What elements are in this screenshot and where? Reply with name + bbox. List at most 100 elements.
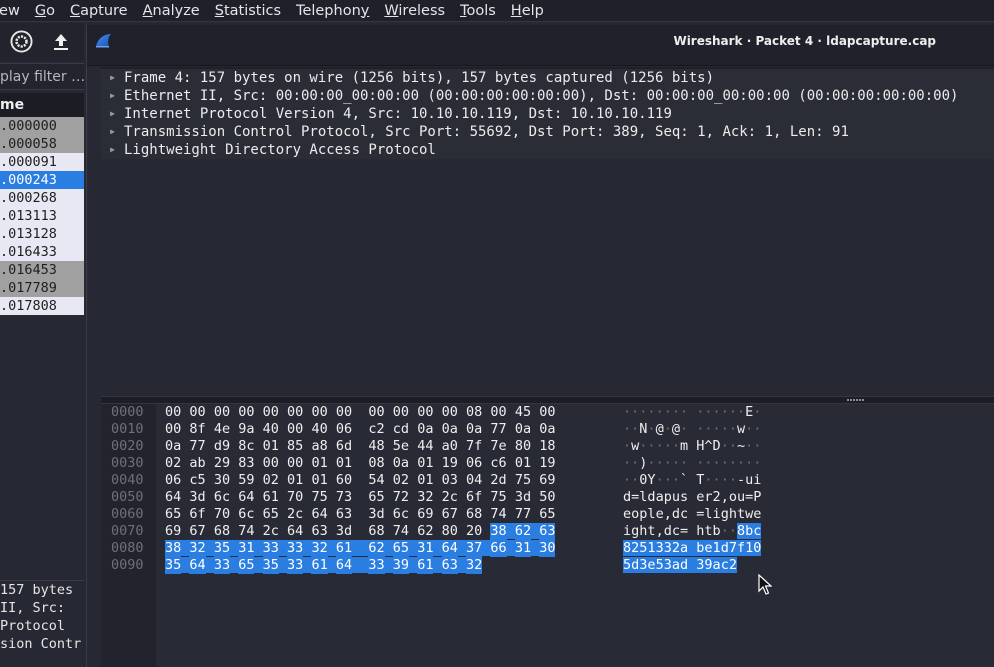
packet-row[interactable]: .013128 — [0, 225, 84, 243]
ascii-char[interactable]: · — [680, 404, 688, 420]
hex-byte[interactable]: 01 — [263, 438, 279, 455]
ascii-char[interactable]: D — [713, 438, 721, 454]
hex-byte[interactable]: 63 — [311, 523, 327, 540]
hex-byte[interactable]: 01 — [311, 455, 327, 472]
hex-byte[interactable]: 33 — [287, 557, 304, 574]
hex-byte[interactable]: 33 — [368, 557, 385, 574]
hex-byte[interactable]: 32 — [189, 540, 206, 557]
hex-byte[interactable]: 31 — [238, 540, 255, 557]
hex-byte[interactable]: d9 — [214, 438, 230, 455]
gear-icon[interactable] — [10, 30, 33, 53]
hex-byte[interactable]: 3d — [515, 489, 531, 506]
hex-byte[interactable]: 65 — [539, 506, 555, 523]
menu-capture[interactable]: Capture — [70, 3, 128, 19]
hex-byte[interactable]: 01 — [515, 455, 531, 472]
ascii-char[interactable]: d — [647, 489, 655, 505]
hex-byte[interactable]: 00 — [214, 404, 230, 421]
menu-view[interactable]: iew — [0, 3, 20, 19]
tree-item[interactable]: ▶ Ethernet II, Src: 00:00:00_00:00:00 (00… — [101, 87, 994, 105]
ascii-char[interactable]: · — [623, 421, 631, 437]
menu-statistics[interactable]: Statistics — [215, 3, 281, 19]
hex-byte[interactable]: 50 — [539, 489, 555, 506]
hex-byte[interactable]: 01 — [287, 472, 303, 489]
ascii-char[interactable]: · — [721, 421, 729, 437]
hex-byte[interactable]: 85 — [287, 438, 303, 455]
ascii-char[interactable]: · — [729, 404, 737, 420]
hex-byte[interactable]: 38 — [165, 540, 182, 557]
ascii-char[interactable]: , — [721, 489, 729, 505]
hex-byte[interactable]: 0a — [515, 421, 531, 438]
ascii-char[interactable]: · — [704, 455, 712, 471]
hex-byte[interactable]: 69 — [539, 472, 555, 489]
hex-byte[interactable]: 65 — [238, 557, 255, 574]
hex-byte[interactable]: 80 — [515, 438, 531, 455]
tree-item[interactable]: ▶ Transmission Control Protocol, Src Port… — [101, 123, 994, 141]
ascii-char[interactable]: · — [721, 438, 729, 454]
hex-byte[interactable]: 01 — [336, 455, 352, 472]
ascii-char[interactable]: · — [680, 455, 688, 471]
hex-byte[interactable]: 31 — [417, 540, 434, 557]
hex-byte[interactable]: 00 — [165, 421, 181, 438]
hex-byte[interactable]: 62 — [368, 540, 385, 557]
ascii-char[interactable]: m — [680, 438, 688, 454]
ascii-char[interactable]: · — [680, 421, 688, 437]
hex-byte[interactable]: 65 — [263, 506, 279, 523]
hex-byte[interactable]: 67 — [442, 506, 458, 523]
hex-byte[interactable]: 8c — [238, 438, 254, 455]
ascii-char[interactable]: · — [656, 472, 664, 488]
hex-byte[interactable]: 0a — [165, 438, 181, 455]
ascii-char[interactable]: a — [671, 557, 680, 573]
ascii-char[interactable]: · — [672, 438, 680, 454]
hex-byte[interactable]: 64 — [311, 506, 327, 523]
splitter-grip[interactable] — [847, 399, 865, 401]
hex-byte[interactable]: 73 — [336, 489, 352, 506]
hex-byte[interactable]: 64 — [189, 557, 206, 574]
upload-icon[interactable] — [53, 33, 69, 51]
hex-byte[interactable]: 3d — [189, 489, 205, 506]
hex-byte[interactable]: 2c — [287, 506, 303, 523]
hex-byte[interactable]: 64 — [441, 540, 458, 557]
menu-go[interactable]: Go — [35, 3, 55, 19]
hex-byte[interactable]: c5 — [189, 472, 205, 489]
ascii-char[interactable]: 1 — [712, 540, 721, 556]
ascii-char[interactable]: · — [713, 455, 721, 471]
ascii-char[interactable]: · — [623, 404, 631, 420]
ascii-char[interactable]: i — [753, 472, 761, 488]
ascii-char[interactable]: · — [729, 438, 737, 454]
ascii-char[interactable]: t — [647, 523, 655, 539]
hex-byte[interactable]: 20 — [466, 523, 482, 540]
hex-byte[interactable]: 00 — [263, 404, 279, 421]
ascii-char[interactable]: · — [664, 438, 672, 454]
hex-byte[interactable]: 32 — [417, 489, 433, 506]
ascii-char[interactable]: d — [720, 540, 729, 556]
hex-byte[interactable]: 77 — [490, 421, 506, 438]
ascii-char[interactable]: d — [679, 557, 689, 573]
hex-byte[interactable]: 33 — [287, 540, 304, 557]
hex-byte[interactable]: 44 — [417, 438, 433, 455]
hex-byte[interactable]: 00 — [165, 404, 181, 421]
ascii-char[interactable]: · — [647, 421, 655, 437]
ascii-char[interactable]: · — [656, 438, 664, 454]
ascii-char[interactable]: · — [721, 404, 729, 420]
hex-byte[interactable]: 6c — [393, 506, 409, 523]
tree-item[interactable]: ▶ Internet Protocol Version 4, Src: 10.10… — [101, 105, 994, 123]
ascii-char[interactable]: u — [737, 489, 745, 505]
hex-byte[interactable]: 45 — [515, 404, 531, 421]
hex-byte[interactable]: 37 — [466, 540, 483, 557]
tree-item[interactable]: ▶ Lightweight Directory Access Protocol — [101, 141, 994, 159]
ascii-char[interactable]: h — [729, 506, 737, 522]
ascii-char[interactable]: a — [679, 540, 689, 556]
hex-byte[interactable]: 63 — [539, 523, 556, 540]
hex-byte[interactable]: 59 — [238, 472, 254, 489]
ascii-char[interactable]: 2 — [728, 557, 737, 573]
hex-byte[interactable]: 00 — [263, 455, 279, 472]
menu-tools[interactable]: Tools — [460, 3, 496, 19]
hex-byte[interactable]: 48 — [368, 438, 384, 455]
hex-byte[interactable]: 04 — [466, 472, 482, 489]
ascii-char[interactable]: @ — [656, 421, 664, 437]
hex-byte[interactable]: 74 — [393, 523, 409, 540]
hex-byte[interactable]: 70 — [214, 506, 230, 523]
ascii-char[interactable]: 7 — [728, 540, 737, 556]
ascii-char[interactable]: 8 — [736, 523, 746, 539]
hex-byte[interactable]: 62 — [514, 523, 532, 540]
